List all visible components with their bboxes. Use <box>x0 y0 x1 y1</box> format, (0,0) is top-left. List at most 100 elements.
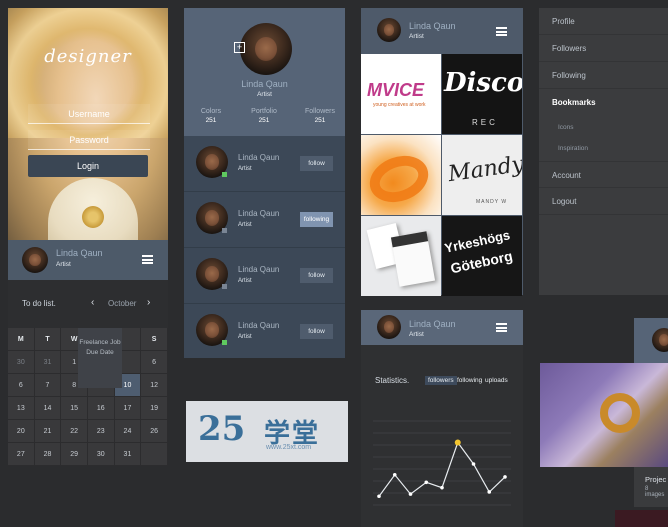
stat-followers[interactable]: Followers 251 <box>295 108 345 124</box>
tab-uploads[interactable]: uploads <box>482 376 511 385</box>
follower-name: Linda Qaun <box>238 209 280 218</box>
menu-item-following[interactable]: Following <box>539 62 668 89</box>
follower-name: Linda Qaun <box>238 321 280 330</box>
tile-graphic <box>390 231 436 287</box>
calendar-day[interactable]: 6 <box>141 351 168 374</box>
stat-portfolio[interactable]: Portfolio 251 <box>239 108 289 124</box>
data-point[interactable] <box>487 490 492 494</box>
watermark-number: 25 <box>198 409 246 449</box>
following-button[interactable]: following <box>300 212 333 227</box>
weekday-header: T <box>34 328 62 351</box>
calendar-day[interactable]: 30 <box>87 443 115 466</box>
list-item[interactable]: Linda Qaun Artist following <box>184 192 345 248</box>
portfolio-tile[interactable]: Mandy MANDY W <box>442 135 522 215</box>
portfolio-tile[interactable] <box>361 216 441 296</box>
stat-colors[interactable]: Colors 251 <box>186 108 236 124</box>
calendar-day[interactable]: 23 <box>87 420 115 443</box>
calendar-day[interactable]: 29 <box>61 443 88 466</box>
project-info: Projec 8 images <box>634 467 668 507</box>
follower-role: Artist <box>238 334 252 340</box>
follower-role: Artist <box>238 166 252 172</box>
portfolio-tile[interactable]: MVICE young creatives at work <box>361 54 441 134</box>
avatar[interactable] <box>377 315 401 339</box>
data-point[interactable] <box>503 475 507 479</box>
calendar-day[interactable]: 20 <box>8 420 35 443</box>
data-point[interactable] <box>424 480 429 485</box>
tab-following[interactable]: following <box>454 376 485 385</box>
calendar-day[interactable]: 31 <box>34 351 62 374</box>
list-item[interactable]: Linda Qaun Artist follow <box>184 136 345 192</box>
profile-name: Linda Qaun <box>241 79 288 89</box>
calendar-day[interactable]: 27 <box>8 443 35 466</box>
menu-item-logout[interactable]: Logout <box>539 188 668 215</box>
portfolio-tile[interactable] <box>361 135 441 215</box>
watermark-logo: 25 学堂 www.25xt.com <box>186 401 348 462</box>
calendar-day[interactable]: 31 <box>114 443 142 466</box>
calendar-day[interactable]: 21 <box>34 420 62 443</box>
menu-item-followers[interactable]: Followers <box>539 35 668 62</box>
calendar-day[interactable]: 24 <box>114 420 142 443</box>
menu-icon[interactable] <box>496 323 507 332</box>
online-indicator <box>222 172 227 177</box>
tab-followers[interactable]: followers <box>425 376 457 385</box>
menu-icon[interactable] <box>142 255 153 264</box>
calendar-event-popup[interactable]: Freelance Job Due Date <box>78 328 122 388</box>
profile-name: Linda Qaun <box>56 248 103 258</box>
username-field[interactable]: Username <box>28 104 150 124</box>
menu-item-profile[interactable]: Profile <box>539 8 668 35</box>
add-photo-icon[interactable]: + <box>234 42 245 53</box>
avatar[interactable] <box>377 18 401 42</box>
submenu-item-inspiration[interactable]: Inspiration <box>558 145 588 152</box>
calendar-day[interactable]: 16 <box>87 397 115 420</box>
data-point[interactable] <box>408 492 413 496</box>
menu-icon[interactable] <box>496 27 507 36</box>
login-button[interactable]: Login <box>28 155 148 177</box>
project-title: Projec <box>645 475 667 484</box>
follower-role: Artist <box>238 278 252 284</box>
menu-item-account[interactable]: Account <box>539 161 668 188</box>
calendar-day[interactable]: 6 <box>8 374 35 397</box>
calendar-day[interactable]: 7 <box>34 374 62 397</box>
project-image[interactable] <box>540 363 668 467</box>
calendar-day[interactable]: 28 <box>34 443 62 466</box>
side-menu: Profile Followers Following Bookmarks Ic… <box>539 8 668 295</box>
chevron-left-icon[interactable]: ‹ <box>91 297 94 308</box>
submenu-item-icons[interactable]: Icons <box>558 124 574 131</box>
calendar-day[interactable]: 13 <box>8 397 35 420</box>
calendar-title: To do list. <box>22 299 56 308</box>
password-field[interactable]: Password <box>28 130 150 150</box>
avatar[interactable] <box>22 247 48 273</box>
calendar-day[interactable]: 30 <box>8 351 35 374</box>
calendar-day[interactable]: 17 <box>114 397 142 420</box>
data-point[interactable] <box>471 462 476 466</box>
follow-button[interactable]: follow <box>300 324 333 339</box>
list-item[interactable]: Linda Qaun Artist follow <box>184 304 345 360</box>
calendar-day[interactable]: 26 <box>141 420 168 443</box>
portfolio-tile[interactable]: Yrkeshögs Göteborg <box>442 216 522 296</box>
portfolio-tile[interactable]: Disco REC <box>442 54 522 134</box>
follow-button[interactable]: follow <box>300 268 333 283</box>
calendar-day[interactable]: 14 <box>34 397 62 420</box>
profile-header: + Linda Qaun Artist Colors 251 Portfolio 2… <box>184 8 345 136</box>
data-point[interactable] <box>440 485 444 490</box>
menu-item-bookmarks[interactable]: Bookmarks <box>539 89 668 116</box>
data-point-highlight[interactable] <box>454 439 461 446</box>
calendar-day[interactable]: 22 <box>61 420 88 443</box>
online-indicator <box>222 340 227 345</box>
image-ring <box>600 393 640 433</box>
list-item[interactable]: Linda Qaun Artist follow <box>184 248 345 304</box>
calendar-day[interactable]: 12 <box>141 374 168 397</box>
statistics-chart[interactable] <box>361 415 523 527</box>
follow-button[interactable]: follow <box>300 156 333 171</box>
photo-button <box>82 206 104 228</box>
calendar-day[interactable]: 19 <box>141 397 168 420</box>
profile-avatar[interactable] <box>240 23 292 75</box>
portfolio-panel: Linda Qaun Artist MVICE young creatives … <box>361 8 523 296</box>
chevron-right-icon[interactable]: › <box>147 297 150 308</box>
tile-title: Disco <box>444 68 522 98</box>
follower-name: Linda Qaun <box>238 153 280 162</box>
data-point[interactable] <box>392 472 397 477</box>
avatar[interactable] <box>652 328 668 352</box>
data-point[interactable] <box>377 494 381 499</box>
calendar-day[interactable]: 15 <box>61 397 88 420</box>
